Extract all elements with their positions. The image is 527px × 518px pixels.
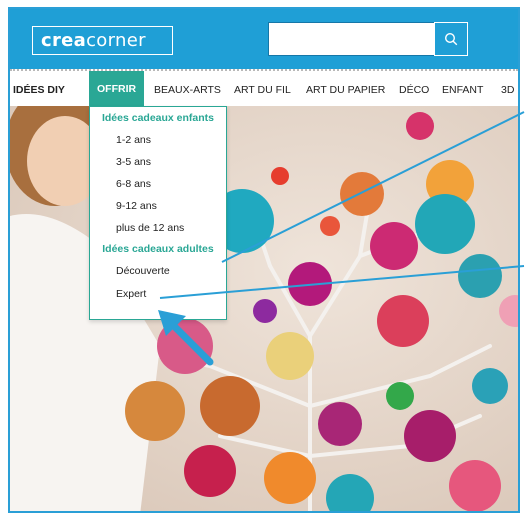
nav-item-art-du-fil[interactable]: ART DU FIL — [234, 77, 291, 103]
search-input[interactable] — [269, 23, 433, 55]
logo-light: corner — [86, 30, 146, 51]
hero-image — [10, 106, 518, 511]
nav-item-art-du-papier[interactable]: ART DU PAPIER — [306, 77, 385, 103]
pompom-tree-photo — [10, 106, 518, 511]
dropdown-item-6-8-ans[interactable]: 6-8 ans — [116, 178, 151, 190]
search-box — [268, 22, 468, 56]
nav-item-enfant[interactable]: ENFANT — [442, 77, 483, 103]
dropdown-heading-children[interactable]: Idées cadeaux enfants — [90, 112, 226, 124]
search-icon — [444, 32, 458, 46]
top-header: creacorner — [10, 9, 518, 69]
dropdown-heading-adults[interactable]: Idées cadeaux adultes — [90, 243, 226, 255]
nav-item-beaux-arts[interactable]: BEAUX-ARTS — [154, 77, 221, 103]
dropdown-item-3-5-ans[interactable]: 3-5 ans — [116, 156, 151, 168]
dropdown-item-1-2-ans[interactable]: 1-2 ans — [116, 134, 151, 146]
dropdown-item-decouverte[interactable]: Découverte — [116, 265, 170, 277]
dropdown-item-9-12-ans[interactable]: 9-12 ans — [116, 200, 157, 212]
creacorner-logo[interactable]: creacorner — [32, 26, 173, 55]
main-nav: IDÉES DIY OFFRIR BEAUX-ARTS ART DU FIL A… — [10, 69, 518, 108]
dropdown-item-plus-12-ans[interactable]: plus de 12 ans — [116, 222, 184, 234]
dropdown-item-expert[interactable]: Expert — [116, 288, 146, 300]
page-frame: creacorner IDÉES DIY OFFRIR BEAUX-ARTS A… — [8, 7, 520, 513]
search-button[interactable] — [434, 22, 468, 56]
nav-item-idees-diy[interactable]: IDÉES DIY — [13, 77, 65, 103]
nav-item-offrir[interactable]: OFFRIR — [89, 71, 145, 108]
offrir-dropdown-menu: Idées cadeaux enfants 1-2 ans 3-5 ans 6-… — [89, 106, 227, 320]
nav-item-3d[interactable]: 3D — [501, 77, 514, 103]
nav-item-deco[interactable]: DÉCO — [399, 77, 429, 103]
logo-bold: crea — [41, 30, 87, 51]
